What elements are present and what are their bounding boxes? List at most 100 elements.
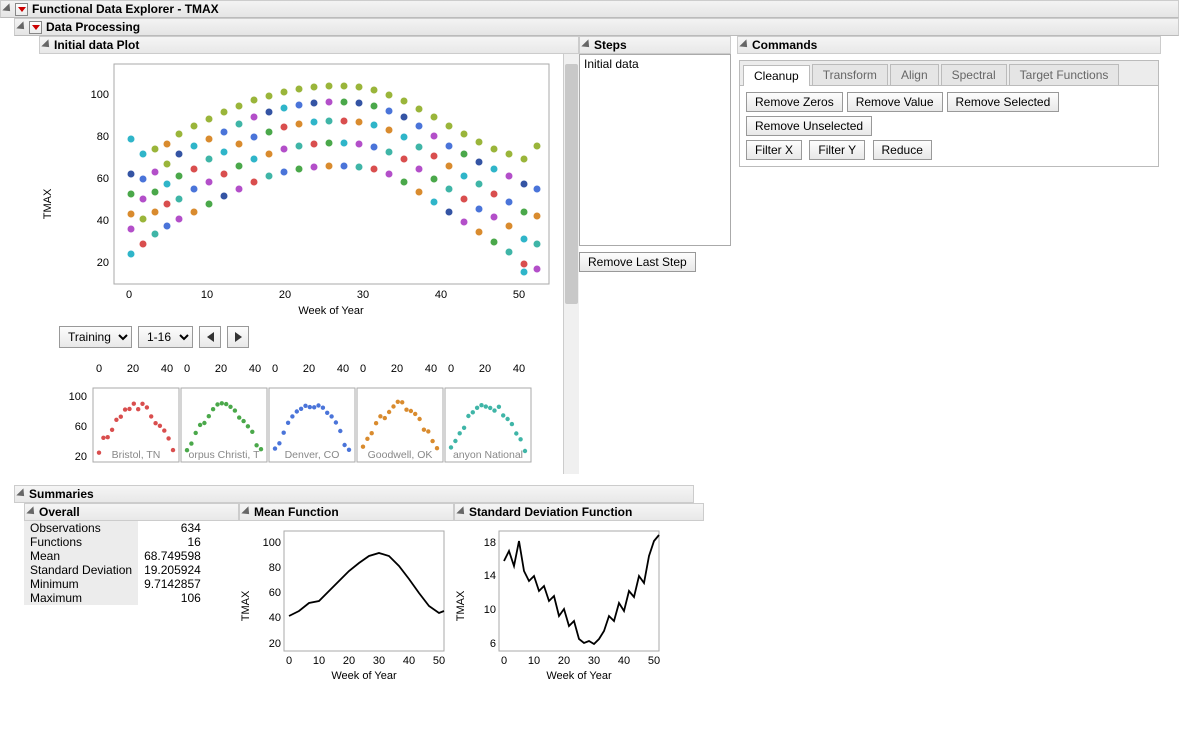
svg-text:50: 50 — [513, 289, 525, 301]
svg-text:20: 20 — [97, 257, 109, 269]
svg-text:50: 50 — [648, 655, 660, 667]
disclosure-icon[interactable] — [739, 39, 750, 50]
svg-text:20: 20 — [215, 363, 227, 375]
initial-scatter-plot[interactable]: TMAX 20 40 60 80 100 0 — [39, 54, 559, 319]
summaries-title: Summaries — [29, 487, 94, 501]
svg-text:20: 20 — [127, 363, 139, 375]
commands-title: Commands — [752, 38, 817, 52]
arrow-left-icon — [207, 332, 214, 342]
svg-text:20: 20 — [279, 289, 291, 301]
disclosure-icon[interactable] — [26, 506, 37, 517]
window-title-bar: Functional Data Explorer - TMAX — [0, 0, 1179, 18]
svg-text:10: 10 — [528, 655, 540, 667]
table-row: Observations634 — [24, 521, 207, 535]
svg-text:80: 80 — [97, 131, 109, 143]
y-ticks: 20 40 60 80 100 — [91, 89, 109, 269]
svg-text:0: 0 — [126, 289, 132, 301]
svg-text:60: 60 — [97, 173, 109, 185]
vertical-scrollbar[interactable] — [563, 54, 579, 474]
svg-text:20: 20 — [269, 638, 281, 650]
disclosure-icon[interactable] — [456, 506, 467, 517]
data-processing-header: Data Processing — [14, 18, 1179, 36]
svg-text:Week of Year: Week of Year — [546, 670, 612, 682]
next-button[interactable] — [227, 326, 249, 348]
set-select[interactable]: Training — [59, 326, 132, 348]
x-ticks: 0 10 20 30 40 50 — [126, 289, 525, 301]
svg-text:10: 10 — [201, 289, 213, 301]
tab-spectral[interactable]: Spectral — [941, 64, 1007, 85]
disclosure-icon[interactable] — [581, 39, 592, 50]
tab-cleanup[interactable]: Cleanup — [743, 65, 810, 86]
svg-text:100: 100 — [263, 537, 281, 549]
sd-function-plot[interactable]: TMAX 6 10 14 18 0 10 20 30 40 50 Week of… — [454, 521, 669, 701]
cleanup-panel: Remove ZerosRemove ValueRemove Selected R… — [739, 86, 1159, 167]
mean-fn-header: Mean Function — [239, 503, 454, 521]
disclosure-icon[interactable] — [41, 39, 52, 50]
svg-text:40: 40 — [337, 363, 349, 375]
step-item[interactable]: Initial data — [584, 57, 726, 71]
svg-text:0: 0 — [501, 655, 507, 667]
svg-text:30: 30 — [373, 655, 385, 667]
svg-text:40: 40 — [425, 363, 437, 375]
disclosure-icon[interactable] — [2, 3, 13, 14]
reduce-button[interactable]: Reduce — [873, 140, 932, 160]
window-title: Functional Data Explorer - TMAX — [32, 2, 219, 16]
remove-selected-button[interactable]: Remove Selected — [947, 92, 1060, 112]
remove-unselected-button[interactable]: Remove Unselected — [746, 116, 872, 136]
initial-plot-title: Initial data Plot — [54, 38, 139, 52]
prev-button[interactable] — [199, 326, 221, 348]
filter-x-button[interactable]: Filter X — [746, 140, 802, 160]
svg-text:20: 20 — [558, 655, 570, 667]
initial-plot-header: Initial data Plot — [39, 36, 579, 54]
svg-text:30: 30 — [588, 655, 600, 667]
range-select[interactable]: 1-16 — [138, 326, 193, 348]
svg-text:100: 100 — [91, 89, 109, 101]
table-row: Maximum106 — [24, 591, 207, 605]
svg-text:100: 100 — [69, 391, 87, 403]
sd-fn-header: Standard Deviation Function — [454, 503, 704, 521]
svg-text:0: 0 — [184, 363, 190, 375]
report-menu-icon[interactable] — [15, 3, 28, 16]
svg-text:0: 0 — [448, 363, 454, 375]
table-row: Mean68.749598 — [24, 549, 207, 563]
sd-fn-title: Standard Deviation Function — [469, 505, 632, 519]
overall-title: Overall — [39, 505, 80, 519]
disclosure-icon[interactable] — [16, 21, 27, 32]
small-multiples[interactable]: 20 60 100 02040Bristol, TN02040orpus Chr… — [39, 352, 559, 482]
tab-transform[interactable]: Transform — [812, 64, 888, 85]
command-tabs: Cleanup Transform Align Spectral Target … — [739, 60, 1159, 86]
xaxis-label: Week of Year — [298, 305, 364, 317]
svg-text:20: 20 — [479, 363, 491, 375]
data-processing-title: Data Processing — [46, 20, 140, 34]
scroll-thumb[interactable] — [565, 64, 578, 304]
svg-text:40: 40 — [269, 612, 281, 624]
summaries-header: Summaries — [14, 485, 694, 503]
svg-text:80: 80 — [269, 562, 281, 574]
svg-text:40: 40 — [403, 655, 415, 667]
svg-text:40: 40 — [618, 655, 630, 667]
disclosure-icon[interactable] — [16, 488, 27, 499]
tab-align[interactable]: Align — [890, 64, 939, 85]
svg-text:anyon National: anyon National — [453, 449, 523, 461]
remove-value-button[interactable]: Remove Value — [847, 92, 943, 112]
disclosure-icon[interactable] — [241, 506, 252, 517]
table-row: Standard Deviation19.205924 — [24, 563, 207, 577]
filter-y-button[interactable]: Filter Y — [809, 140, 865, 160]
svg-text:20: 20 — [75, 451, 87, 463]
svg-text:20: 20 — [391, 363, 403, 375]
arrow-right-icon — [235, 332, 242, 342]
svg-text:40: 40 — [97, 215, 109, 227]
svg-text:0: 0 — [96, 363, 102, 375]
svg-text:0: 0 — [286, 655, 292, 667]
svg-text:orpus Christi, T: orpus Christi, T — [189, 449, 261, 461]
tab-target-functions[interactable]: Target Functions — [1009, 64, 1120, 85]
remove-last-step-button[interactable]: Remove Last Step — [579, 252, 696, 272]
steps-title: Steps — [594, 38, 627, 52]
svg-text:Bristol, TN: Bristol, TN — [112, 449, 161, 461]
mean-function-plot[interactable]: TMAX 20 40 60 80 100 0 10 20 30 40 50 — [239, 521, 454, 701]
remove-zeros-button[interactable]: Remove Zeros — [746, 92, 843, 112]
section-menu-icon[interactable] — [29, 21, 42, 34]
svg-text:Goodwell, OK: Goodwell, OK — [368, 449, 433, 461]
steps-list[interactable]: Initial data — [579, 54, 731, 246]
svg-text:0: 0 — [360, 363, 366, 375]
